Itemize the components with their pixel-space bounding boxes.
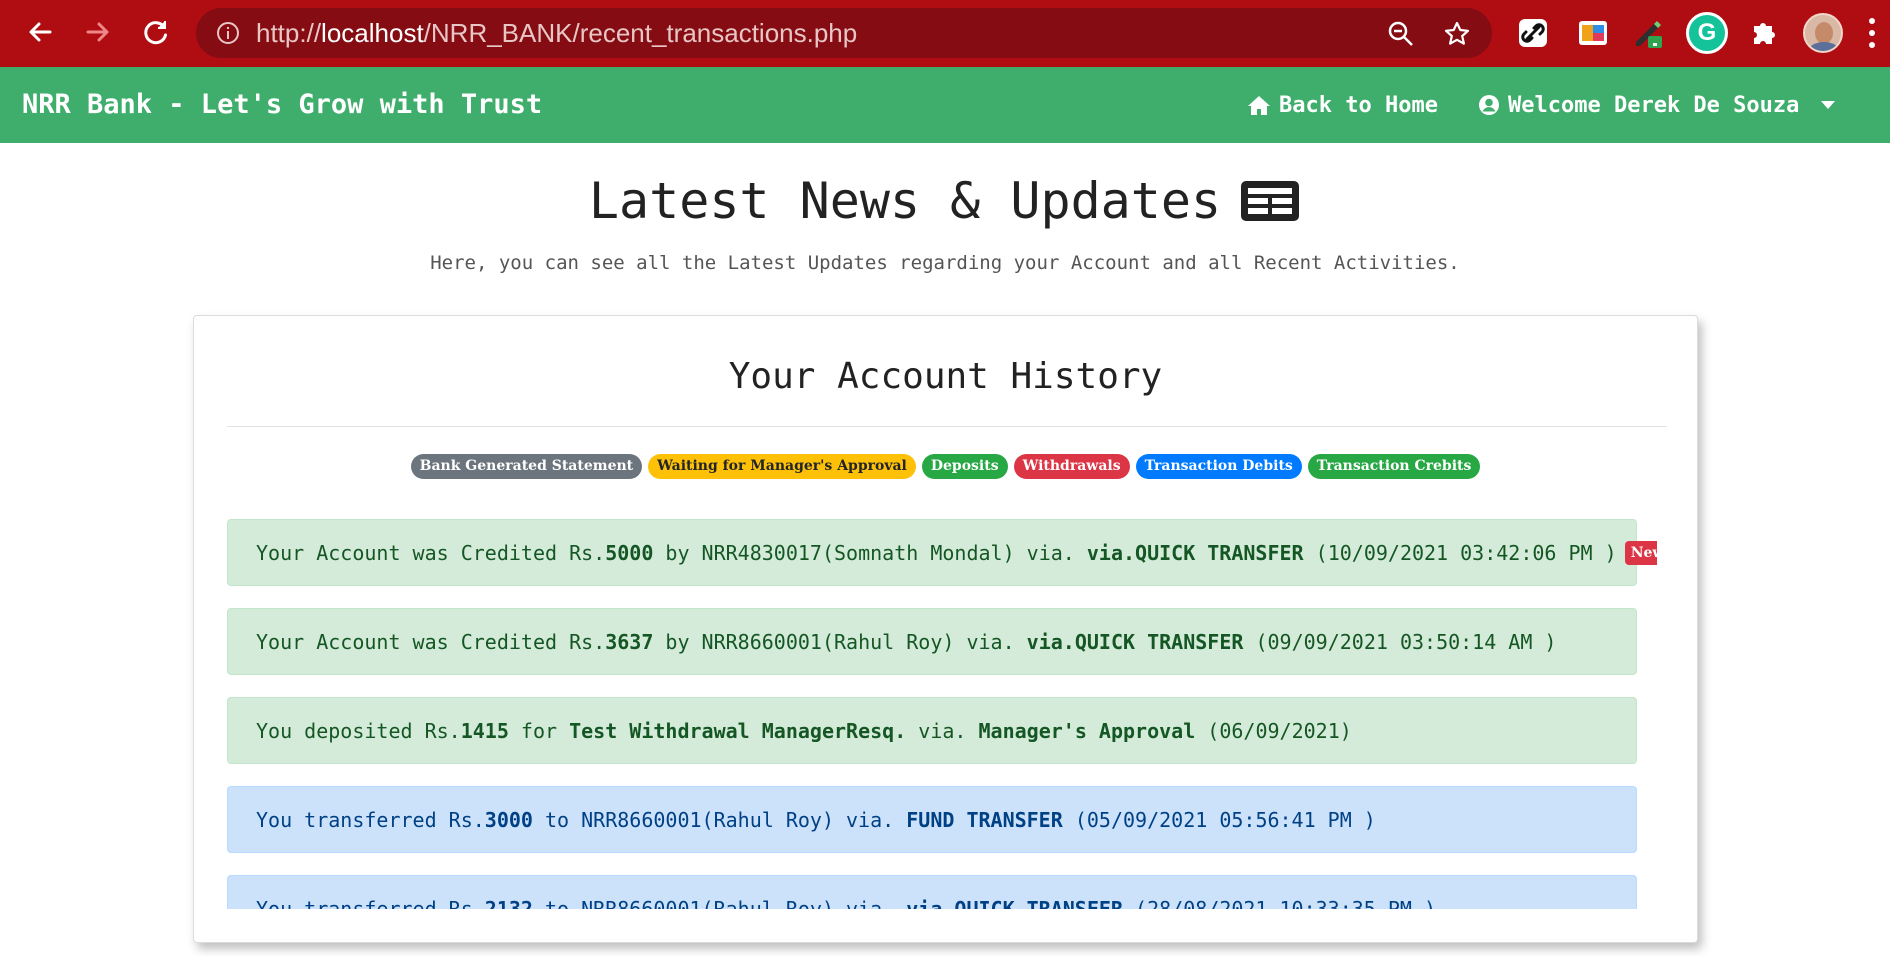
- legend-withdrawals-badge: Withdrawals: [1013, 454, 1130, 479]
- page-subtitle: Here, you can see all the Latest Updates…: [430, 252, 1460, 274]
- reload-icon[interactable]: [136, 12, 176, 52]
- user-menu-dropdown[interactable]: Welcome Derek De Souza: [1478, 67, 1836, 143]
- transaction-item: You deposited Rs. 1415 for Test Withdrawa…: [227, 697, 1637, 764]
- back-to-home-link[interactable]: Back to Home: [1247, 67, 1438, 143]
- link-extension-icon[interactable]: [1514, 14, 1552, 52]
- zoom-icon[interactable]: [1388, 21, 1414, 51]
- url-text[interactable]: http://localhost/NRR_BANK/recent_transac…: [256, 8, 857, 58]
- grammarly-extension-icon[interactable]: G: [1686, 12, 1728, 54]
- transaction-item: You transferred Rs. 3000 to NRR8660001(Ra…: [227, 786, 1637, 853]
- page-title: Latest News & Updates: [0, 172, 1890, 230]
- transaction-item: Your Account was Credited Rs. 3637 by NRR…: [227, 608, 1637, 675]
- color-picker-extension-icon[interactable]: [1574, 14, 1612, 52]
- legend-transaction-credits-badge: Transaction Crebits: [1307, 454, 1481, 479]
- newspaper-icon: [1241, 181, 1300, 221]
- home-icon: [1248, 96, 1270, 115]
- back-to-home-label: Back to Home: [1279, 92, 1438, 118]
- account-history-card: Your Account History Bank Generated Stat…: [193, 315, 1698, 943]
- app-navbar: NRR Bank - Let's Grow with Trust Back to…: [0, 67, 1890, 143]
- new-badge: New: [1624, 540, 1657, 565]
- page-title-text: Latest News & Updates: [588, 172, 1222, 230]
- user-circle-icon: [1479, 95, 1499, 115]
- divider: [227, 426, 1667, 427]
- welcome-label: Welcome Derek De Souza: [1508, 92, 1800, 118]
- legend-transaction-debits-badge: Transaction Debits: [1135, 454, 1302, 479]
- transaction-list[interactable]: Your Account was Credited Rs. 5000 by NRR…: [227, 503, 1657, 909]
- legend-bank-statement-badge: Bank Generated Statement: [410, 454, 643, 479]
- profile-avatar[interactable]: [1803, 13, 1843, 53]
- transaction-item: You transferred Rs. 2132 to NRR8660001(Ra…: [227, 875, 1637, 909]
- browser-menu-icon[interactable]: [1868, 18, 1876, 48]
- pen-extension-icon[interactable]: [1630, 14, 1668, 52]
- legend-deposits-badge: Deposits: [921, 454, 1008, 479]
- browser-toolbar: http://localhost/NRR_BANK/recent_transac…: [0, 0, 1890, 67]
- legend-waiting-approval-badge: Waiting for Manager's Approval: [648, 454, 916, 479]
- puzzle-extensions-icon[interactable]: [1746, 14, 1784, 52]
- bookmark-star-icon[interactable]: [1444, 21, 1470, 51]
- card-title: Your Account History: [728, 356, 1163, 397]
- back-arrow-icon[interactable]: [20, 12, 60, 52]
- forward-arrow-icon[interactable]: [78, 12, 118, 52]
- address-bar[interactable]: http://localhost/NRR_BANK/recent_transac…: [196, 8, 1492, 58]
- info-icon[interactable]: [216, 21, 240, 49]
- transaction-legend: Bank Generated Statement Waiting for Man…: [194, 454, 1697, 479]
- transaction-item: Your Account was Credited Rs. 5000 by NRR…: [227, 519, 1657, 586]
- brand-link[interactable]: NRR Bank - Let's Grow with Trust: [22, 67, 542, 143]
- chevron-down-icon: [1821, 101, 1836, 109]
